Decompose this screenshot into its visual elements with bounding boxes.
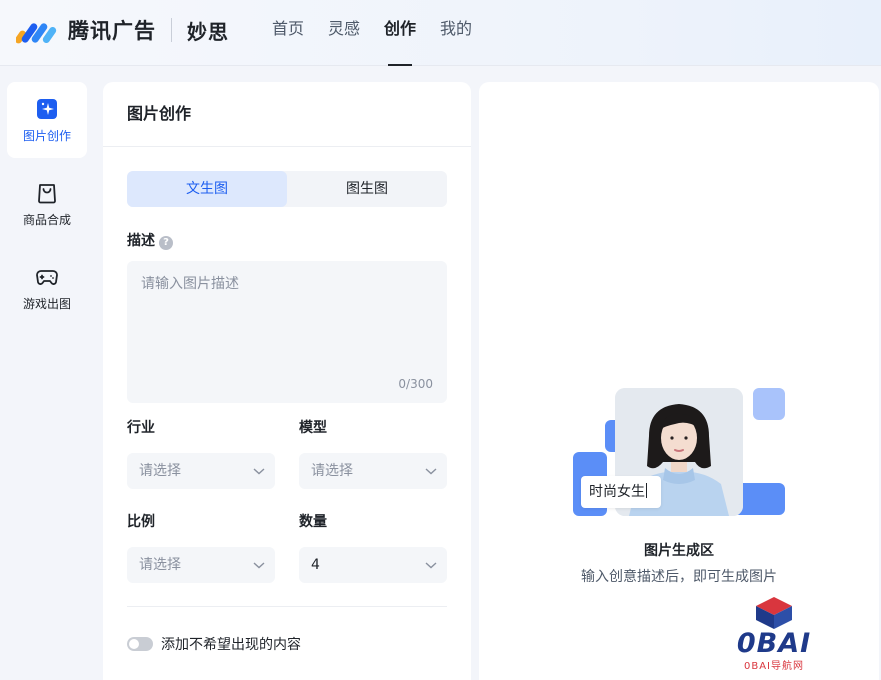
quantity-select[interactable]: 4 bbox=[299, 547, 447, 583]
chevron-down-icon bbox=[425, 562, 437, 569]
tab-text-to-image[interactable]: 文生图 bbox=[127, 171, 287, 207]
negative-prompt-row: 添加不希望出现的内容 bbox=[127, 634, 301, 654]
description-label: 描述? bbox=[127, 230, 173, 250]
sample-prompt-text: 时尚女生 bbox=[589, 484, 645, 500]
brand-name: 腾讯广告 bbox=[68, 19, 156, 43]
char-counter: 0/300 bbox=[398, 377, 433, 391]
sidebar-item-label: 游戏出图 bbox=[22, 296, 71, 311]
watermark-subtext: 0BAI导航网 bbox=[743, 661, 804, 672]
model-label: 模型 bbox=[299, 420, 327, 436]
product-name: 妙思 bbox=[187, 19, 229, 44]
brand-divider bbox=[171, 18, 172, 42]
deco-square bbox=[753, 388, 785, 420]
cube-logo-icon bbox=[756, 597, 792, 629]
model-select[interactable]: 请选择 bbox=[299, 453, 447, 489]
shopping-bag-icon bbox=[38, 183, 56, 203]
empty-state-illustration: 时尚女生 bbox=[573, 388, 785, 516]
result-title: 图片生成区 bbox=[644, 543, 714, 559]
sparkle-icon bbox=[37, 98, 57, 119]
quantity-label: 数量 bbox=[299, 514, 327, 530]
sidebar-item-label: 图片创作 bbox=[22, 128, 71, 143]
description-field: 0/300 bbox=[127, 261, 447, 403]
ratio-select[interactable]: 请选择 bbox=[127, 547, 275, 583]
nav-mine[interactable]: 我的 bbox=[440, 0, 472, 66]
chevron-down-icon bbox=[253, 562, 265, 569]
nav-home[interactable]: 首页 bbox=[272, 0, 304, 66]
nav-inspiration[interactable]: 灵感 bbox=[328, 0, 360, 66]
negative-prompt-label: 添加不希望出现的内容 bbox=[161, 637, 301, 653]
industry-select[interactable]: 请选择 bbox=[127, 453, 275, 489]
industry-label: 行业 bbox=[127, 420, 155, 436]
text-caret bbox=[646, 483, 647, 498]
sidebar-item-image-creation[interactable]: 图片创作 bbox=[7, 82, 87, 158]
tencent-ads-logo-icon bbox=[16, 23, 57, 44]
sidebar-item-game-image[interactable]: 游戏出图 bbox=[7, 250, 87, 326]
brand-logo[interactable]: 腾讯广告 妙思 bbox=[16, 16, 229, 44]
result-panel: 时尚女生 图片生成区 输入创意描述后，即可生成图片 bbox=[479, 82, 879, 680]
creation-panel: 图片创作 文生图 图生图 描述? 0/300 行业 请选择 模型 请选择 比例 … bbox=[103, 82, 471, 680]
main-nav: 首页 灵感 创作 我的 bbox=[272, 0, 496, 66]
tab-image-to-image[interactable]: 图生图 bbox=[287, 171, 447, 207]
sidebar-item-product-compose[interactable]: 商品合成 bbox=[7, 166, 87, 242]
form-divider bbox=[127, 606, 447, 607]
top-header: 腾讯广告 妙思 首页 灵感 创作 我的 bbox=[0, 0, 881, 66]
panel-title: 图片创作 bbox=[103, 82, 471, 147]
sample-prompt-chip: 时尚女生 bbox=[581, 476, 661, 508]
mode-tabs: 文生图 图生图 bbox=[127, 171, 447, 207]
help-icon[interactable]: ? bbox=[159, 236, 173, 250]
sidebar-item-label: 商品合成 bbox=[22, 212, 71, 227]
ratio-label: 比例 bbox=[127, 514, 155, 530]
gamepad-icon bbox=[36, 269, 58, 285]
watermark-text: 0BAI bbox=[736, 628, 812, 659]
negative-prompt-toggle[interactable] bbox=[127, 637, 153, 651]
result-subtitle: 输入创意描述后，即可生成图片 bbox=[581, 569, 777, 585]
sidebar: 图片创作 商品合成 游戏出图 bbox=[7, 82, 87, 334]
watermark-logo: 0BAI 0BAI导航网 bbox=[726, 596, 822, 672]
industry-select-value: 请选择 bbox=[139, 463, 181, 479]
toggle-knob bbox=[129, 639, 139, 649]
nav-create[interactable]: 创作 bbox=[384, 0, 416, 66]
quantity-select-value: 4 bbox=[311, 557, 320, 573]
chevron-down-icon bbox=[253, 468, 265, 475]
description-label-text: 描述 bbox=[127, 233, 155, 249]
model-select-value: 请选择 bbox=[311, 463, 353, 479]
ratio-select-value: 请选择 bbox=[139, 557, 181, 573]
chevron-down-icon bbox=[425, 468, 437, 475]
